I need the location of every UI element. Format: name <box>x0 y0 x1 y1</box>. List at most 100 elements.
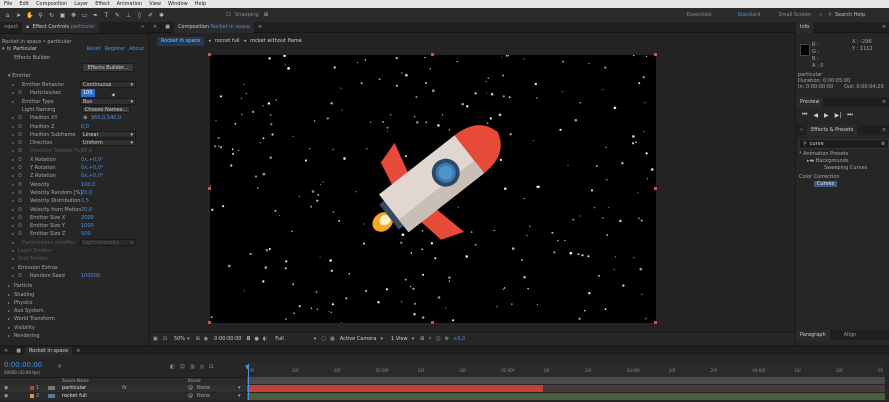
expand-triangle-icon[interactable]: ▸ <box>12 89 14 97</box>
emitter-row-emitter-size-y[interactable]: ▸ ⏱ Emitter Size Y 1000 <box>0 222 148 230</box>
emitter-row-velocity-from-motion[interactable]: ▸ ⏱ Velocity from Motion 20,0 <box>0 206 148 214</box>
choose-names-button[interactable]: Choose Names... <box>82 105 130 113</box>
resolution-dropdown[interactable]: Full <box>275 336 284 342</box>
flowchart-icon[interactable]: ⚙ <box>445 336 449 342</box>
tab-effects-presets[interactable]: Effects & Presets <box>807 124 858 136</box>
expand-triangle-icon[interactable]: ▸ <box>12 230 14 238</box>
fx-switch-icon[interactable]: fx <box>122 385 127 391</box>
property-value[interactable]: 0x,+0,0° <box>81 172 103 180</box>
info-menu-icon[interactable]: ≡ <box>878 22 889 33</box>
emitter-row-z-rotation[interactable]: ▸ ⏱ Z Rotation 0x,+0,0° <box>0 172 148 180</box>
effects-menu-icon[interactable]: ≡ <box>878 125 889 136</box>
canvas-handle-br[interactable] <box>654 321 657 324</box>
expand-triangle-icon[interactable]: ▸ <box>8 307 10 315</box>
expand-triangle-icon[interactable]: ▸ <box>12 264 14 272</box>
transparency-grid-icon[interactable]: ▦ <box>330 336 335 342</box>
canvas-handle-bl[interactable] <box>208 321 211 324</box>
emitter-row-layer-emitter[interactable]: ▸ Layer Emitter <box>0 247 148 255</box>
expand-triangle-icon[interactable]: ▸ <box>12 222 14 230</box>
show-channel-icon[interactable]: ● <box>254 336 258 342</box>
emitter-row-velocity-random[interactable]: ▸ ⏱ Velocity Random [%] 20,0 <box>0 189 148 197</box>
workspace-more-icon[interactable]: » <box>819 12 822 18</box>
parent-pickwhip-icon[interactable]: @ <box>188 385 193 391</box>
stopwatch-icon[interactable]: ⏱ <box>18 131 22 139</box>
emitter-row-particles-sec-modifier[interactable]: ▸ Particles/sec modifier Light Intensity ▾ <box>0 238 148 247</box>
snapping-checkbox-icon[interactable]: ☐ <box>225 12 232 19</box>
emitter-row-position-z[interactable]: ▸ ⏱ Position Z 0,0 <box>0 123 148 131</box>
workspace-standard[interactable]: Standard <box>738 12 761 18</box>
expand-triangle-icon[interactable]: ▸ <box>12 247 14 255</box>
lock-icon[interactable]: 🔒︎ <box>26 24 29 30</box>
expand-triangle-icon[interactable]: ▸ <box>12 81 14 89</box>
emitter-row-emitter-size-x[interactable]: ▸ ⏱ Emitter Size X 2000 <box>0 214 148 222</box>
grid-icon[interactable]: ⊞ <box>196 336 200 342</box>
menu-file[interactable]: File <box>4 0 12 8</box>
eraser-tool-icon[interactable]: ◊ <box>136 12 143 19</box>
property-value[interactable]: 100,0 <box>81 181 95 189</box>
stopwatch-icon[interactable]: ⏱ <box>18 156 22 164</box>
register-link[interactable]: Register <box>105 46 126 52</box>
layer-bar-2[interactable] <box>247 393 885 400</box>
expand-triangle-icon[interactable]: ▸ <box>12 255 14 263</box>
expand-triangle-icon[interactable]: ▸ <box>12 181 14 189</box>
property-dropdown[interactable]: Light Intensity ▾ <box>80 238 136 246</box>
timeline-close-icon[interactable]: ✕ <box>0 346 12 357</box>
menu-animation[interactable]: Animation <box>117 0 143 8</box>
brush-tool-icon[interactable]: ✎ <box>114 12 121 19</box>
preview-menu-icon[interactable]: ≡ <box>878 97 889 108</box>
property-value[interactable]: 0,5 <box>81 197 89 205</box>
snapshot-icon[interactable]: ◉ <box>204 336 208 342</box>
property-value[interactable]: 20,0 <box>81 206 92 214</box>
stopwatch-icon[interactable]: ⏱ <box>18 214 22 222</box>
play-icon[interactable]: ▶ <box>824 112 829 119</box>
emitter-row-y-rotation[interactable]: ▸ ⏱ Y Rotation 0x,+0,0° <box>0 164 148 172</box>
expand-triangle-icon[interactable]: ▸ <box>12 139 14 147</box>
emitter-row-emission-extras[interactable]: ▸ Emission Extras <box>0 264 148 272</box>
expand-triangle-icon[interactable]: ▸ <box>12 197 14 205</box>
visibility-eye-icon[interactable]: ◉ <box>4 393 8 399</box>
emitter-row-position-xy[interactable]: ▸ ⏱ Position XY ⊕ 960,0,540,0 <box>0 114 148 122</box>
timeline-menu-icon[interactable]: ≡ <box>72 346 84 357</box>
effects-panel-icon[interactable]: » <box>796 125 807 136</box>
tab-info[interactable]: Info <box>796 21 814 33</box>
tab-paragraph[interactable]: Paragraph <box>796 329 830 341</box>
expand-triangle-icon[interactable]: ▸ <box>12 239 14 247</box>
property-value[interactable]: 100000 <box>81 272 100 280</box>
view-layout-dropdown[interactable]: 1 View <box>391 336 408 342</box>
expand-triangle-icon[interactable]: ▸ <box>12 164 14 172</box>
canvas-handle-ml[interactable] <box>208 187 211 190</box>
tab-timeline[interactable]: Rocket in space <box>24 347 73 355</box>
rectangle-tool-icon[interactable]: ▭ <box>81 12 88 19</box>
menu-layer[interactable]: Layer <box>74 0 88 8</box>
effect-group-physics[interactable]: ▸ Physics <box>0 299 148 307</box>
canvas-handle-mr[interactable] <box>654 187 657 190</box>
snap-options-icon[interactable]: ⊞ <box>263 12 270 19</box>
home-icon[interactable]: ⌂ <box>4 12 11 19</box>
emitter-row-emitter-size-z[interactable]: ▸ ⏱ Emitter Size Z 500 <box>0 230 148 238</box>
layer-parent-2[interactable]: None <box>197 393 210 399</box>
tab-project[interactable]: roject <box>0 22 22 33</box>
stopwatch-icon[interactable]: ⏱ <box>18 114 22 122</box>
expand-triangle-icon[interactable]: ▸ <box>8 282 10 290</box>
menu-effect[interactable]: Effect <box>95 0 109 8</box>
collapse-triangle-icon[interactable]: ▾ <box>2 46 5 52</box>
stopwatch-icon[interactable]: ⏱ <box>18 139 22 147</box>
menu-window[interactable]: Window <box>168 0 188 8</box>
effects-search-input[interactable]: curve <box>810 141 824 147</box>
toggle-pixel-icon[interactable]: ⊠ <box>420 336 424 342</box>
graph-editor-icon[interactable]: ⊡ <box>209 364 213 370</box>
playhead-head-icon[interactable]: ▼ <box>245 364 250 371</box>
emitter-row-direction-spread[interactable]: ▸ ⏱ Direction Spread [%] 20,0 <box>0 147 148 155</box>
workspace-small-screen[interactable]: Small Screen <box>778 12 811 18</box>
source-name-column[interactable]: Source Name <box>62 378 89 383</box>
emitter-row-grid-emitter[interactable]: ▸ Grid Emitter <box>0 255 148 263</box>
effect-group-aux-system[interactable]: ▸ Aux System <box>0 307 148 315</box>
search-help-input[interactable]: Search Help <box>835 12 865 18</box>
reset-link[interactable]: Reset <box>87 46 101 52</box>
expand-triangle-icon[interactable]: ▸ <box>12 189 14 197</box>
layer-parent-1[interactable]: None <box>197 385 210 391</box>
visibility-eye-icon[interactable]: ◉ <box>4 385 8 391</box>
property-value[interactable]: 2000 <box>81 214 94 222</box>
zoom-tool-icon[interactable]: ⚲ <box>37 12 44 19</box>
camera-tool-icon[interactable]: ▣ <box>59 12 66 19</box>
